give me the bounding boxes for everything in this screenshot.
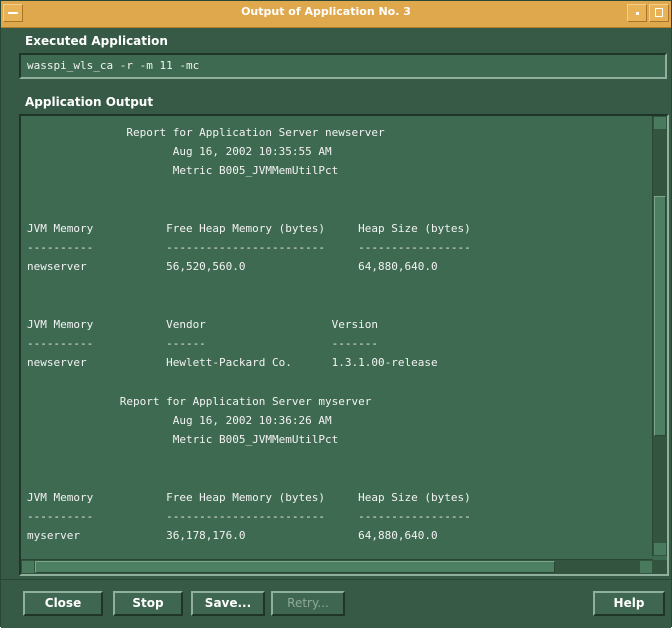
retry-button: Retry... (271, 591, 345, 616)
output-line: ---------- ------------------------ ----… (27, 510, 471, 523)
button-bar: Close Stop Save... Retry... Help (1, 579, 671, 628)
output-line: Metric B005_JVMMemUtilPct (27, 164, 339, 178)
application-output-label: Application Output (25, 95, 154, 109)
stop-button[interactable]: Stop (113, 591, 183, 616)
help-button[interactable]: Help (593, 591, 665, 616)
scroll-right-icon[interactable] (640, 561, 652, 573)
output-line: ---------- ------ ------- (27, 337, 378, 351)
output-line: Metric B005_JVMMemUtilPct (27, 433, 339, 447)
output-line: Report for Application Server myserver (27, 394, 372, 408)
horizontal-scroll-thumb[interactable] (35, 561, 555, 573)
window-title: Output of Application No. 3 (241, 5, 411, 18)
scroll-down-icon[interactable] (654, 543, 666, 555)
output-line: ---------- ------------------------ ----… (27, 241, 471, 255)
application-output-window: Output of Application No. 3 Executed App… (0, 0, 672, 628)
output-line: Aug 16, 2002 10:35:55 AM (27, 145, 332, 159)
executed-command-field[interactable]: wasspi_wls_ca -r -m 11 -mc (19, 53, 667, 79)
vertical-scrollbar[interactable] (652, 116, 667, 556)
output-line: JVM Memory Free Heap Memory (bytes) Heap… (27, 222, 471, 235)
output-text: Report for Application Server newserver … (25, 120, 651, 554)
title-bar[interactable]: Output of Application No. 3 (1, 1, 671, 28)
output-line: newserver 56,520,560.0 64,880,640.0 (27, 260, 438, 274)
output-line: myserver 36,178,176.0 64,880,640.0 (27, 529, 438, 543)
scroll-corner (653, 560, 667, 574)
close-button[interactable]: Close (23, 591, 103, 616)
save-button[interactable]: Save... (191, 591, 265, 616)
output-line: JVM Memory Vendor Version (27, 318, 378, 331)
minimize-icon[interactable] (627, 4, 647, 22)
horizontal-scrollbar[interactable] (21, 559, 653, 574)
scroll-left-icon[interactable] (22, 561, 34, 573)
scroll-up-icon[interactable] (654, 117, 666, 129)
output-line: Aug 16, 2002 10:36:26 AM (27, 414, 332, 427)
output-text-area[interactable]: Report for Application Server newserver … (19, 114, 669, 576)
output-line: JVM Memory Free Heap Memory (bytes) Heap… (27, 490, 471, 504)
output-line: newserver Hewlett-Packard Co. 1.3.1.00-r… (27, 356, 438, 370)
output-line: Report for Application Server newserver (27, 126, 385, 139)
vertical-scroll-thumb[interactable] (654, 196, 666, 436)
window-menu-icon[interactable] (3, 4, 23, 22)
executed-application-label: Executed Application (25, 34, 168, 48)
maximize-icon[interactable] (649, 4, 669, 22)
